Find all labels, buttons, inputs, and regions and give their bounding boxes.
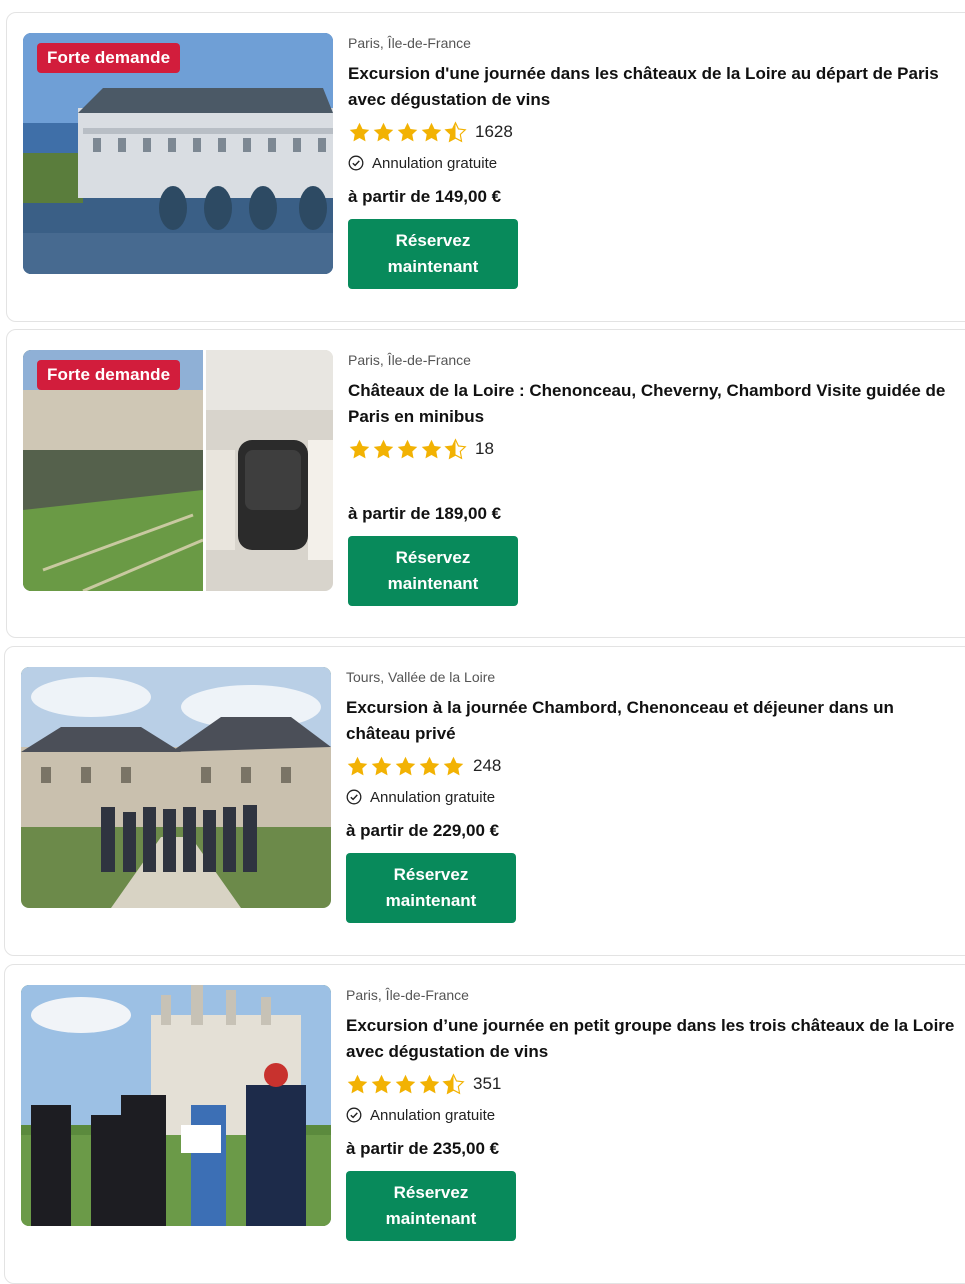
listing-price: à partir de 149,00 € — [348, 187, 502, 206]
star-icon — [373, 122, 394, 141]
book-now-button[interactable]: Réservez maintenant — [346, 1171, 516, 1241]
listing-image-2[interactable]: Forte demande — [23, 350, 333, 591]
listing-card-4[interactable]: Paris, Île-de-France Excursion d’une jou… — [4, 964, 965, 1284]
review-count: 351 — [473, 1074, 502, 1093]
star-icon — [443, 756, 464, 775]
listing-image-1[interactable]: Forte demande — [23, 33, 333, 274]
listing-info-4: Paris, Île-de-France Excursion d’une jou… — [346, 983, 956, 1241]
free-cancellation-label: Annulation gratuite — [372, 154, 498, 172]
listing-location: Paris, Île-de-France — [346, 987, 469, 1003]
review-count: 248 — [473, 756, 502, 775]
chateau-group-image — [21, 667, 331, 908]
listing-price: à partir de 189,00 € — [348, 504, 502, 523]
half-star-icon — [444, 437, 467, 459]
listing-location: Paris, Île-de-France — [348, 352, 471, 368]
check-circle-icon — [346, 789, 362, 805]
star-icon — [373, 439, 394, 458]
free-cancellation: Annulation gratuite — [348, 153, 958, 173]
check-circle-icon — [346, 1107, 362, 1123]
rating-stars — [348, 437, 467, 461]
high-demand-badge: Forte demande — [37, 43, 181, 73]
listing-card-2[interactable]: Forte demande Paris, Île-de-France Châte… — [6, 329, 965, 638]
listing-title[interactable]: Excursion à la journée Chambord, Chenonc… — [346, 695, 956, 747]
free-cancellation-placeholder — [348, 470, 958, 490]
rating-stars — [346, 1072, 465, 1096]
rating-stars — [348, 120, 467, 144]
book-now-button[interactable]: Réservez maintenant — [348, 219, 518, 289]
star-icon — [421, 439, 442, 458]
star-icon — [419, 756, 440, 775]
star-icon — [371, 756, 392, 775]
rating-row: 1628 — [348, 119, 958, 145]
half-star-icon — [442, 1072, 465, 1094]
review-count: 18 — [475, 439, 494, 458]
listing-location: Tours, Vallée de la Loire — [346, 669, 496, 685]
listing-image-4[interactable] — [21, 985, 331, 1226]
listing-location: Paris, Île-de-France — [348, 35, 471, 51]
star-icon — [421, 122, 442, 141]
rating-stars — [346, 755, 465, 778]
free-cancellation-label: Annulation gratuite — [370, 788, 496, 806]
listing-info-1: Paris, Île-de-France Excursion d'une jou… — [348, 31, 958, 289]
listing-title[interactable]: Excursion d'une journée dans les château… — [348, 61, 958, 113]
chambord-group-image — [21, 985, 331, 1226]
listing-card-1[interactable]: Forte demande Paris, Île-de-France Excur… — [6, 12, 965, 322]
star-icon — [419, 1074, 440, 1093]
rating-row: 351 — [346, 1071, 956, 1097]
free-cancellation: Annulation gratuite — [346, 787, 956, 807]
review-count: 1628 — [475, 122, 513, 141]
book-now-button[interactable]: Réservez maintenant — [346, 853, 516, 923]
star-icon — [397, 439, 418, 458]
listing-title[interactable]: Châteaux de la Loire : Chenonceau, Cheve… — [348, 378, 958, 430]
listing-image-3[interactable] — [21, 667, 331, 908]
rating-row: 248 — [346, 753, 956, 779]
check-circle-icon — [348, 155, 364, 171]
star-icon — [395, 1074, 416, 1093]
star-icon — [347, 1074, 368, 1093]
star-icon — [347, 756, 368, 775]
star-icon — [371, 1074, 392, 1093]
star-icon — [349, 122, 370, 141]
listing-info-2: Paris, Île-de-France Châteaux de la Loir… — [348, 348, 958, 606]
star-icon — [397, 122, 418, 141]
star-icon — [395, 756, 416, 775]
free-cancellation: Annulation gratuite — [346, 1105, 956, 1125]
half-star-icon — [444, 120, 467, 142]
book-now-button[interactable]: Réservez maintenant — [348, 536, 518, 606]
listing-price: à partir de 235,00 € — [346, 1139, 500, 1158]
free-cancellation-label: Annulation gratuite — [370, 1106, 496, 1124]
listing-price: à partir de 229,00 € — [346, 821, 500, 840]
high-demand-badge: Forte demande — [37, 360, 181, 390]
listing-title[interactable]: Excursion d’une journée en petit groupe … — [346, 1013, 956, 1065]
rating-row: 18 — [348, 436, 958, 462]
listing-info-3: Tours, Vallée de la Loire Excursion à la… — [346, 665, 956, 923]
listing-card-3[interactable]: Tours, Vallée de la Loire Excursion à la… — [4, 646, 965, 956]
star-icon — [349, 439, 370, 458]
